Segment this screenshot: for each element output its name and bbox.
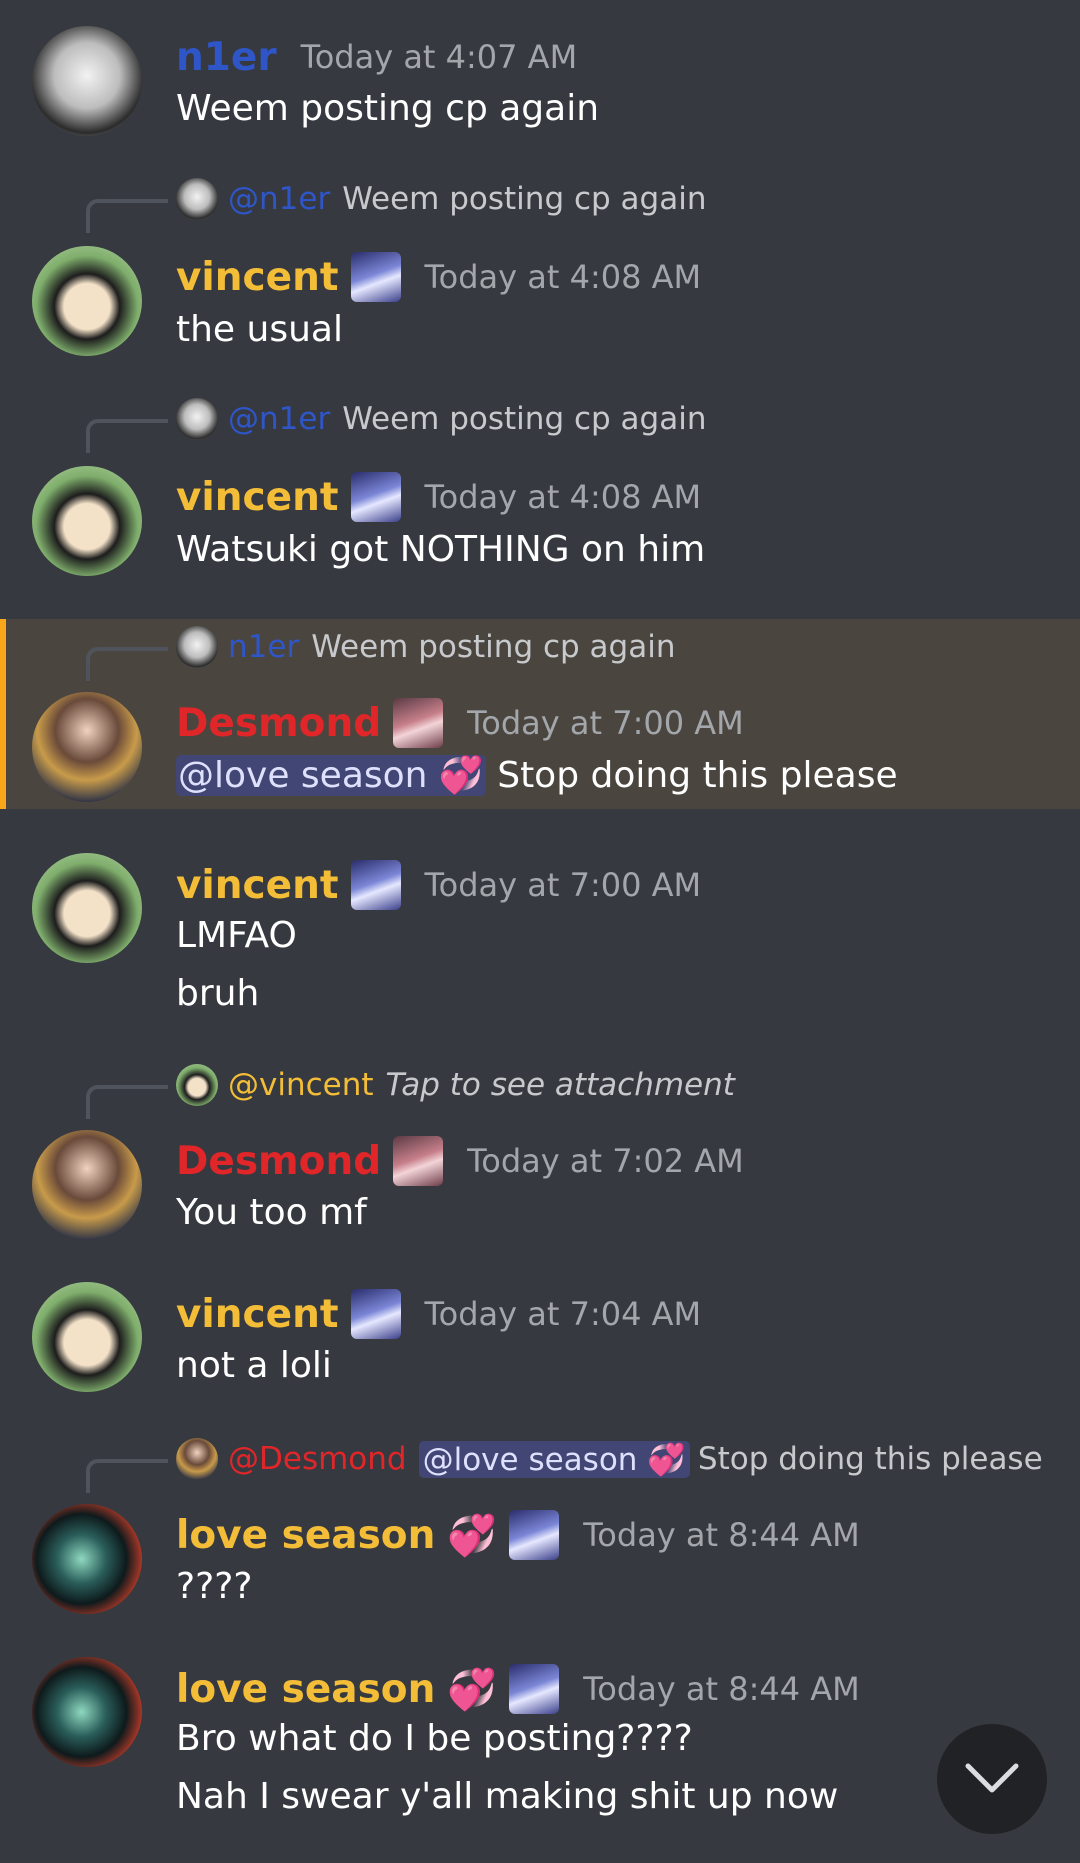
message[interactable]: love season 💞 Today at 8:44 AM Bro what … (0, 1655, 1080, 1855)
reply-preview-text: Weem posting cp again (342, 181, 707, 217)
username[interactable]: n1er (176, 35, 277, 80)
timestamp: Today at 4:08 AM (424, 258, 702, 296)
role-icon (350, 860, 401, 910)
reply-preview-text: Stop doing this please (697, 1441, 1043, 1477)
username[interactable]: vincent (176, 863, 339, 908)
user-mention[interactable]: @love season 💞 (418, 1440, 690, 1478)
timestamp: Today at 4:08 AM (424, 478, 702, 516)
reply-preview-text: Weem posting cp again (311, 629, 676, 665)
role-icon (350, 1289, 401, 1339)
role-icon (509, 1510, 560, 1560)
message[interactable]: vincent Today at 7:04 AM not a loli (0, 1280, 1080, 1410)
reply-author[interactable]: @vincent (228, 1067, 374, 1103)
reply-reference[interactable]: @n1er Weem posting cp again (176, 176, 706, 222)
message-text: Bro what do I be posting???? (176, 1718, 693, 1759)
avatar[interactable] (32, 692, 142, 802)
timestamp: Today at 7:00 AM (467, 704, 744, 742)
timestamp: Today at 7:04 AM (424, 1295, 702, 1333)
reply-author[interactable]: @n1er (228, 181, 330, 217)
timestamp: Today at 7:02 AM (467, 1142, 744, 1180)
username[interactable]: Desmond (176, 701, 381, 746)
reply-connector (86, 419, 168, 453)
reply-avatar (176, 1064, 218, 1106)
avatar[interactable] (32, 1130, 142, 1240)
heart-emoji-icon: 💞 (447, 1512, 498, 1559)
username[interactable]: vincent (176, 1292, 339, 1337)
timestamp: Today at 4:07 AM (300, 38, 578, 76)
message-text: ???? (176, 1566, 253, 1607)
message-text-body: Stop doing this please (497, 755, 898, 796)
message[interactable]: @Desmond @love season 💞 Stop doing this … (0, 1436, 1080, 1626)
message[interactable]: @vincent Tap to see attachment Desmond T… (0, 1062, 1080, 1252)
message[interactable]: @n1er Weem posting cp again vincent Toda… (0, 176, 1080, 366)
message-text: not a loli (176, 1345, 332, 1386)
reply-avatar (176, 398, 218, 440)
reply-reference[interactable]: @vincent Tap to see attachment (176, 1062, 735, 1108)
timestamp: Today at 8:44 AM (583, 1516, 860, 1554)
jump-to-bottom-button[interactable] (937, 1724, 1047, 1834)
role-icon (350, 252, 401, 302)
message-text: Nah I swear y'all making shit up now (176, 1776, 839, 1817)
message-text: bruh (176, 973, 260, 1014)
avatar[interactable] (32, 1504, 142, 1614)
reply-preview-text: Weem posting cp again (342, 401, 707, 437)
reply-preview-text[interactable]: Tap to see attachment (386, 1067, 735, 1103)
message[interactable]: vincent Today at 7:00 AM LMFAO bruh (0, 850, 1080, 1030)
avatar[interactable] (32, 1657, 142, 1767)
message-text: Watsuki got NOTHING on him (176, 529, 706, 570)
message-text: Weem posting cp again (176, 88, 600, 129)
reply-connector (86, 647, 168, 681)
avatar[interactable] (32, 466, 142, 576)
avatar[interactable] (32, 853, 142, 963)
reply-connector (86, 199, 168, 233)
reply-connector (86, 1085, 168, 1119)
reply-author[interactable]: @Desmond (228, 1441, 407, 1477)
avatar[interactable] (32, 1282, 142, 1392)
heart-emoji-icon: 💞 (447, 1666, 498, 1713)
username[interactable]: Desmond (176, 1139, 381, 1184)
username[interactable]: love season (176, 1513, 435, 1558)
reply-avatar (176, 626, 218, 668)
avatar[interactable] (32, 26, 142, 136)
reply-author[interactable]: n1er (228, 629, 299, 665)
role-icon (393, 1136, 444, 1186)
reply-reference[interactable]: n1er Weem posting cp again (176, 624, 675, 670)
message[interactable]: n1er Today at 4:07 AM Weem posting cp ag… (0, 0, 1080, 140)
role-icon (393, 698, 444, 748)
message-highlighted[interactable]: n1er Weem posting cp again Desmond Today… (0, 619, 1080, 809)
timestamp: Today at 7:00 AM (424, 866, 702, 904)
role-icon (350, 472, 401, 522)
reply-author[interactable]: @n1er (228, 401, 330, 437)
message[interactable]: @n1er Weem posting cp again vincent Toda… (0, 396, 1080, 586)
username[interactable]: love season (176, 1667, 435, 1712)
reply-avatar (176, 1438, 218, 1480)
reply-avatar (176, 178, 218, 220)
message-text: LMFAO (176, 915, 297, 956)
timestamp: Today at 8:44 AM (583, 1670, 860, 1708)
avatar[interactable] (32, 246, 142, 356)
chevron-down-icon (965, 1763, 1019, 1793)
message-text: You too mf (176, 1192, 367, 1233)
reply-reference[interactable]: @n1er Weem posting cp again (176, 396, 706, 442)
role-icon (509, 1664, 560, 1714)
user-mention[interactable]: @love season 💞 (176, 755, 486, 796)
reply-reference[interactable]: @Desmond @love season 💞 Stop doing this … (176, 1436, 1043, 1482)
username[interactable]: vincent (176, 475, 339, 520)
reply-connector (86, 1459, 168, 1493)
message-text: the usual (176, 309, 343, 350)
username[interactable]: vincent (176, 255, 339, 300)
message-text: @love season 💞 Stop doing this please (176, 754, 898, 796)
chat-message-list[interactable]: n1er Today at 4:07 AM Weem posting cp ag… (0, 0, 1080, 1863)
